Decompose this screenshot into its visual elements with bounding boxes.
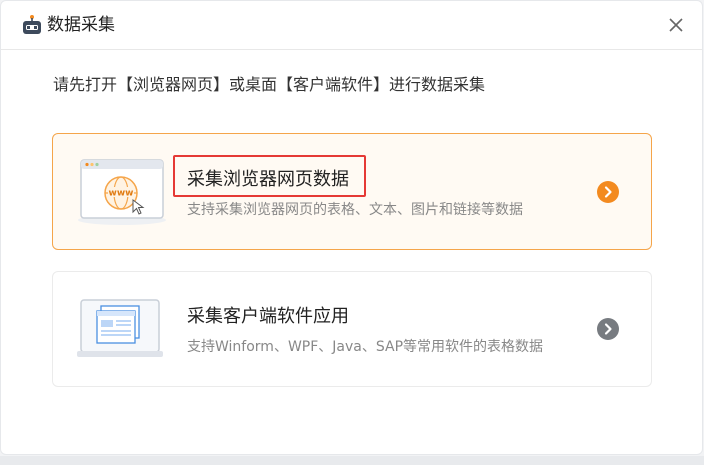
www-text: www (109, 189, 134, 199)
annotation-highlight-box (173, 155, 366, 197)
chevron-right-icon[interactable] (597, 318, 619, 340)
dialog-titlebar: 数据采集 (1, 1, 702, 50)
client-card-description: 支持Winform、WPF、Java、SAP等常用软件的表格数据 (187, 339, 544, 355)
desktop-window-icon (77, 299, 163, 357)
chevron-right-icon[interactable] (597, 181, 619, 203)
client-app-collect-card[interactable]: 采集客户端软件应用 支持Winform、WPF、Java、SAP等常用软件的表格… (52, 271, 652, 387)
instruction-text: 请先打开【浏览器网页】或桌面【客户端软件】进行数据采集 (53, 75, 486, 94)
close-icon[interactable] (664, 13, 688, 37)
robot-app-icon (23, 15, 41, 34)
dialog-title: 数据采集 (47, 15, 115, 35)
background-window-strip (0, 456, 704, 465)
browser-card-description: 支持采集浏览器网页的表格、文本、图片和链接等数据 (187, 202, 523, 218)
browser-globe-icon: www (78, 159, 166, 225)
client-card-title: 采集客户端软件应用 (187, 306, 349, 327)
data-collection-dialog: 数据采集 请先打开【浏览器网页】或桌面【客户端软件】进行数据采集 www 采集浏… (0, 0, 703, 455)
